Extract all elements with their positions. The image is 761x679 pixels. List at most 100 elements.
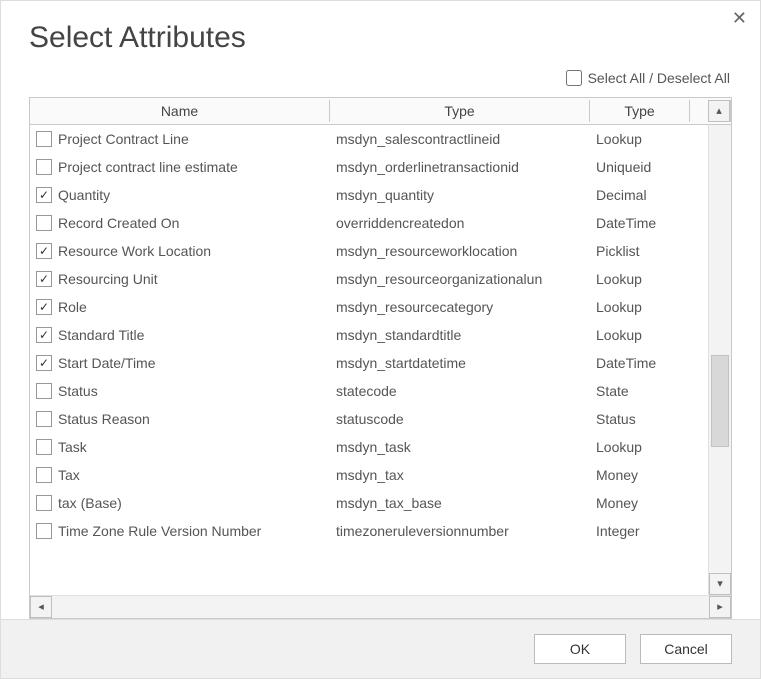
cell-name: Task <box>30 439 330 455</box>
table-row[interactable]: Status ReasonstatuscodeStatus <box>30 405 708 433</box>
scroll-left-icon[interactable]: ◂ <box>30 596 52 618</box>
select-attributes-dialog: ✕ Select Attributes Select All / Deselec… <box>0 0 761 679</box>
row-checkbox[interactable]: ✓ <box>36 327 52 343</box>
row-checkbox[interactable] <box>36 215 52 231</box>
cell-schema-name: timezoneruleversionnumber <box>330 523 590 539</box>
cell-schema-name: msdyn_tax_base <box>330 495 590 511</box>
cell-data-type: Lookup <box>590 131 690 147</box>
table-row[interactable]: ✓ Resourcing Unit msdyn_resourceorganizati… <box>30 265 708 293</box>
hscroll-track[interactable] <box>52 596 709 618</box>
table-row[interactable]: Taxmsdyn_taxMoney <box>30 461 708 489</box>
cell-data-type: Decimal <box>590 187 690 203</box>
col-header-type1[interactable]: Type <box>330 100 590 122</box>
table-row[interactable]: ✓ Quantity msdyn_quantityDecimal <box>30 181 708 209</box>
cell-name: ✓ Standard Title <box>30 327 330 343</box>
row-checkbox[interactable]: ✓ <box>36 187 52 203</box>
table-row[interactable]: tax (Base) msdyn_tax_baseMoney <box>30 489 708 517</box>
cell-name: ✓ Resource Work Location <box>30 243 330 259</box>
table-row[interactable]: StatusstatecodeState <box>30 377 708 405</box>
cell-data-type: DateTime <box>590 215 690 231</box>
cell-name: Status Reason <box>30 411 330 427</box>
table-row[interactable]: Time Zone Rule Version Number timezonerul… <box>30 517 708 545</box>
cell-schema-name: msdyn_tax <box>330 467 590 483</box>
row-name-label: Time Zone Rule Version Number <box>58 523 261 539</box>
row-checkbox[interactable] <box>36 523 52 539</box>
cell-data-type: Money <box>590 467 690 483</box>
cell-name: Status <box>30 383 330 399</box>
row-name-label: Resource Work Location <box>58 243 211 259</box>
cell-data-type: Lookup <box>590 299 690 315</box>
row-name-label: Project Contract Line <box>58 131 189 147</box>
cell-schema-name: msdyn_standardtitle <box>330 327 590 343</box>
cell-schema-name: msdyn_startdatetime <box>330 355 590 371</box>
row-checkbox[interactable]: ✓ <box>36 243 52 259</box>
table-row[interactable]: ✓Standard Titlemsdyn_standardtitleLookup <box>30 321 708 349</box>
table-row[interactable]: ✓ Role msdyn_resourcecategoryLookup <box>30 293 708 321</box>
table-row[interactable]: Record Created OnoverriddencreatedonDate… <box>30 209 708 237</box>
attributes-grid: Name Type Type ▴ Project Contract Line ms… <box>29 97 732 619</box>
scrollbar-thumb[interactable] <box>711 355 729 447</box>
cell-data-type: Lookup <box>590 439 690 455</box>
row-checkbox[interactable] <box>36 467 52 483</box>
row-name-label: Quantity <box>58 187 110 203</box>
row-checkbox[interactable]: ✓ <box>36 299 52 315</box>
select-all-checkbox[interactable] <box>566 70 582 86</box>
table-row[interactable]: Task msdyn_taskLookup <box>30 433 708 461</box>
cell-name: Time Zone Rule Version Number <box>30 523 330 539</box>
ok-button[interactable]: OK <box>534 634 626 664</box>
cell-name: ✓ Role <box>30 299 330 315</box>
grid-rows: Project Contract Line msdyn_salescontract… <box>30 125 708 595</box>
table-row[interactable]: ✓ Resource Work Location msdyn_resourcewor… <box>30 237 708 265</box>
row-name-label: Start Date/Time <box>58 355 156 371</box>
scroll-right-icon[interactable]: ▸ <box>709 596 731 618</box>
table-row[interactable]: Project Contract Line msdyn_salescontract… <box>30 125 708 153</box>
cell-schema-name: msdyn_quantity <box>330 187 590 203</box>
cell-schema-name: overriddencreatedon <box>330 215 590 231</box>
cell-schema-name: statecode <box>330 383 590 399</box>
col-header-name[interactable]: Name <box>30 100 330 122</box>
select-all-toolbar: Select All / Deselect All <box>1 61 760 97</box>
row-name-label: Resourcing Unit <box>58 271 158 287</box>
row-checkbox[interactable]: ✓ <box>36 271 52 287</box>
cell-data-type: Picklist <box>590 243 690 259</box>
cancel-button[interactable]: Cancel <box>640 634 732 664</box>
row-name-label: tax (Base) <box>58 495 122 511</box>
row-checkbox[interactable] <box>36 411 52 427</box>
close-icon[interactable]: ✕ <box>732 8 747 29</box>
cell-schema-name: msdyn_resourcecategory <box>330 299 590 315</box>
table-row[interactable]: ✓ Start Date/Time msdyn_startdatetimeDateT… <box>30 349 708 377</box>
cell-schema-name: msdyn_salescontractlineid <box>330 131 590 147</box>
cell-schema-name: msdyn_resourceworklocation <box>330 243 590 259</box>
row-checkbox[interactable] <box>36 439 52 455</box>
cell-schema-name: msdyn_resourceorganizationalun <box>330 271 590 287</box>
cell-data-type: Uniqueid <box>590 159 690 175</box>
cell-data-type: DateTime <box>590 355 690 371</box>
table-row[interactable]: Project contract line estimatemsdyn_orde… <box>30 153 708 181</box>
horizontal-scrollbar[interactable]: ◂ ▸ <box>30 595 731 618</box>
row-name-label: Standard Title <box>58 327 144 343</box>
cell-schema-name: msdyn_orderlinetransactionid <box>330 159 590 175</box>
cell-schema-name: msdyn_task <box>330 439 590 455</box>
select-all-label: Select All / Deselect All <box>588 70 730 86</box>
row-name-label: Task <box>58 439 87 455</box>
row-checkbox[interactable] <box>36 159 52 175</box>
scroll-up-icon[interactable]: ▴ <box>708 100 730 122</box>
scroll-down-icon[interactable]: ▾ <box>709 573 731 595</box>
row-checkbox[interactable]: ✓ <box>36 355 52 371</box>
grid-body: Project Contract Line msdyn_salescontract… <box>30 125 731 595</box>
col-header-type2[interactable]: Type <box>590 100 690 122</box>
row-checkbox[interactable] <box>36 495 52 511</box>
grid-header: Name Type Type ▴ <box>30 98 731 125</box>
vertical-scrollbar[interactable]: ▾ <box>708 125 731 595</box>
cell-name: ✓ Resourcing Unit <box>30 271 330 287</box>
cell-data-type: Money <box>590 495 690 511</box>
row-checkbox[interactable] <box>36 131 52 147</box>
cell-name: ✓ Start Date/Time <box>30 355 330 371</box>
cell-data-type: Integer <box>590 523 690 539</box>
dialog-title: Select Attributes <box>1 1 760 61</box>
cell-name: Record Created On <box>30 215 330 231</box>
row-name-label: Role <box>58 299 87 315</box>
cell-data-type: Status <box>590 411 690 427</box>
row-checkbox[interactable] <box>36 383 52 399</box>
dialog-footer: OK Cancel <box>1 619 760 678</box>
